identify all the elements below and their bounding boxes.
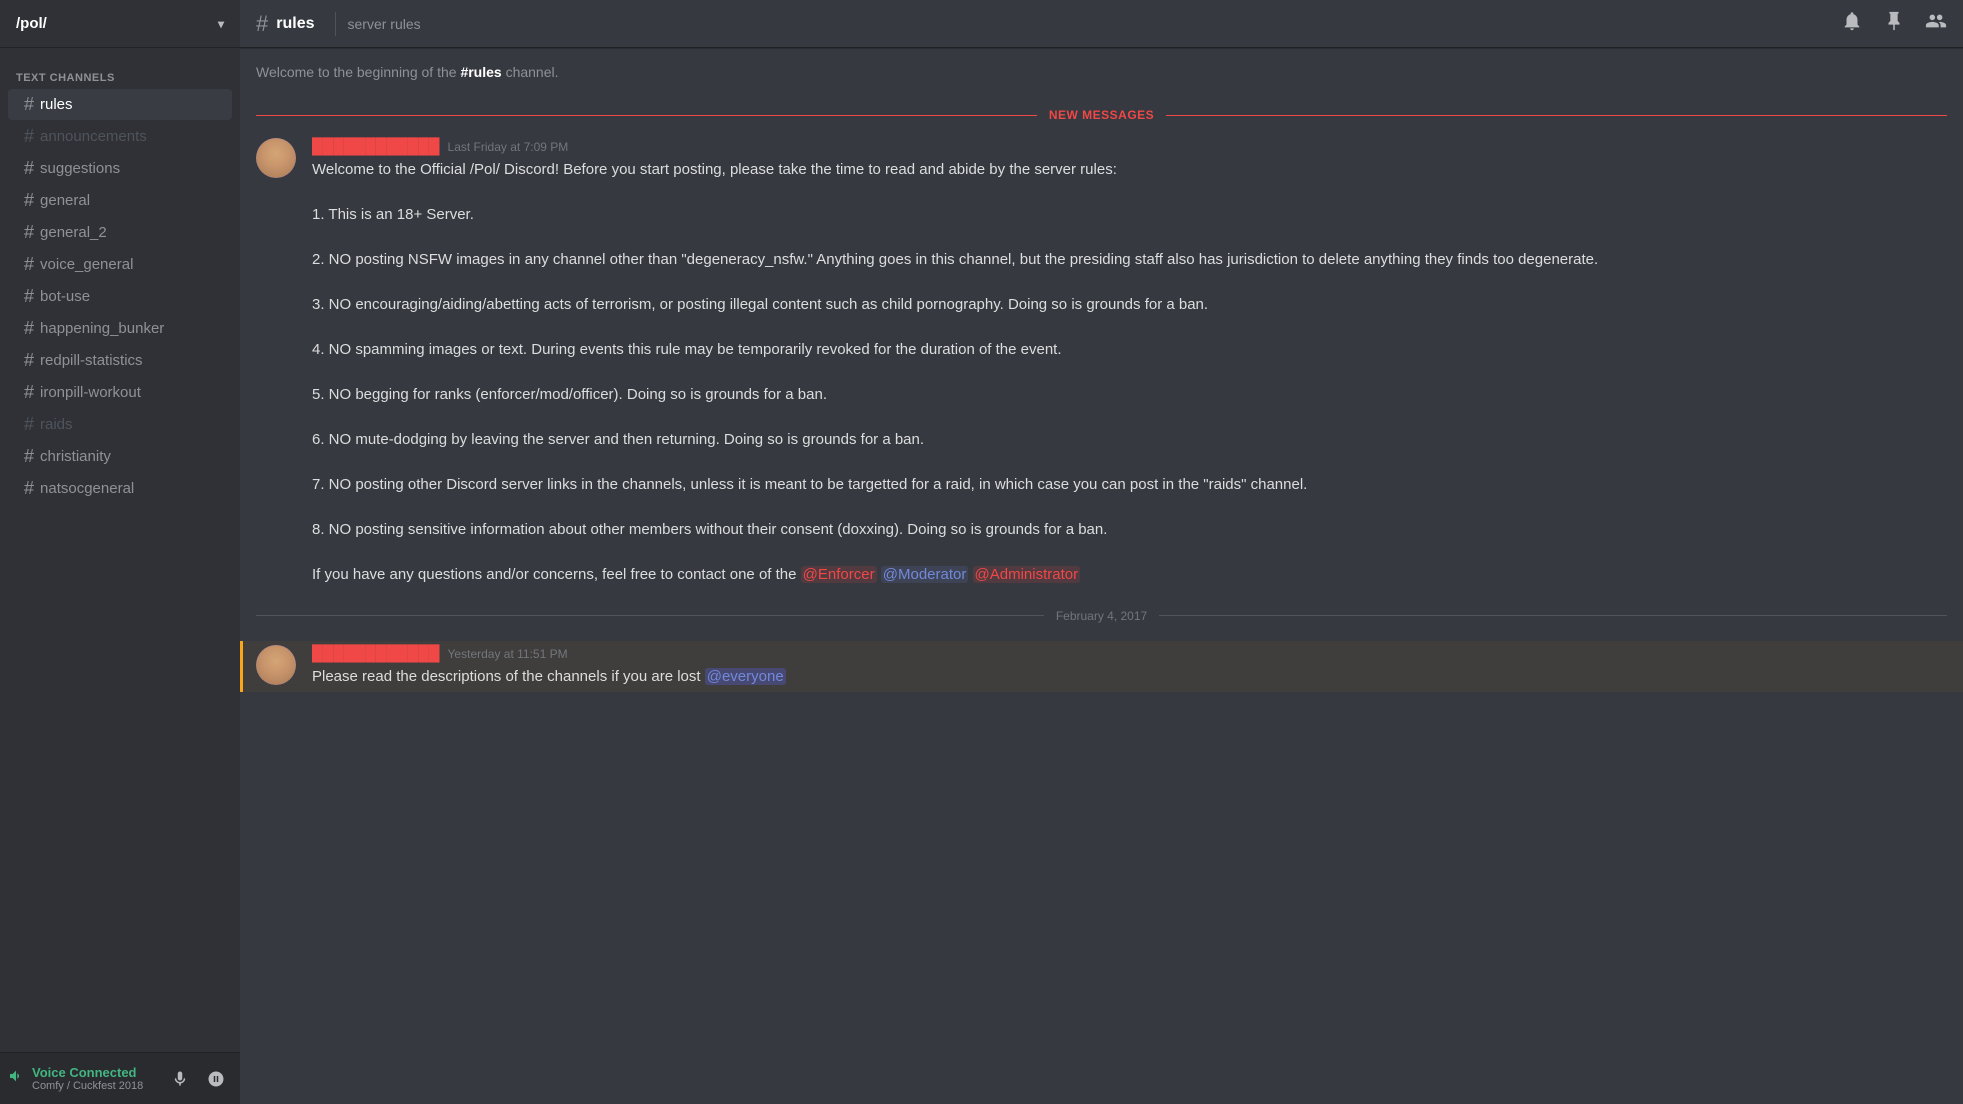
channel-header-hash-icon: # <box>256 11 268 37</box>
messages-area[interactable]: Welcome to the beginning of the #rules c… <box>240 48 1963 1104</box>
channel-header-topic: server rules <box>348 16 421 32</box>
sidebar-item-suggestions[interactable]: # suggestions <box>8 153 232 184</box>
channel-label: general_2 <box>40 224 107 241</box>
hash-icon: # <box>24 190 34 211</box>
hash-icon: # <box>24 446 34 467</box>
message-group-2: ████████████ Yesterday at 11:51 PM Pleas… <box>240 641 1963 693</box>
date-divider: February 4, 2017 <box>240 593 1963 639</box>
message-content-1: ████████████ Last Friday at 7:09 PM Welc… <box>312 138 1947 587</box>
channel-label: announcements <box>40 128 147 145</box>
sidebar-item-voice-general[interactable]: # voice_general <box>8 249 232 280</box>
beginning-text: Welcome to the beginning of the #rules c… <box>240 64 1963 96</box>
sidebar-item-rules[interactable]: # rules <box>8 89 232 120</box>
hash-icon: # <box>24 382 34 403</box>
hash-icon: # <box>24 318 34 339</box>
hash-icon: # <box>24 158 34 179</box>
channel-label: happening_bunker <box>40 320 164 337</box>
hash-icon: # <box>24 126 34 147</box>
voice-status-label: Voice Connected <box>32 1065 143 1080</box>
hash-icon: # <box>24 350 34 371</box>
sidebar-item-raids[interactable]: # raids <box>8 409 232 440</box>
sidebar-item-christianity[interactable]: # christianity <box>8 441 232 472</box>
text-channels-header: TEXT CHANNELS <box>0 56 240 88</box>
hash-icon: # <box>24 254 34 275</box>
mention-admin[interactable]: @Administrator <box>973 566 1081 583</box>
channel-label: general <box>40 192 90 209</box>
channel-mention-rules: #rules <box>460 64 501 80</box>
header-divider <box>335 12 336 36</box>
channel-label: natsocgeneral <box>40 480 134 497</box>
new-messages-divider: NEW MESSAGES <box>240 104 1963 126</box>
channel-label: voice_general <box>40 256 133 273</box>
channel-label: redpill-statistics <box>40 352 143 369</box>
channel-label: rules <box>40 96 73 113</box>
pin-icon[interactable] <box>1883 10 1905 38</box>
message-group-1: ████████████ Last Friday at 7:09 PM Welc… <box>240 134 1963 591</box>
hash-icon: # <box>24 286 34 307</box>
new-messages-label: NEW MESSAGES <box>1037 108 1166 122</box>
voice-info: Voice Connected Comfy / Cuckfest 2018 <box>32 1065 143 1092</box>
voice-channel-name: Comfy / Cuckfest 2018 <box>32 1080 143 1092</box>
mute-button[interactable] <box>164 1063 196 1095</box>
sidebar-item-bot-use[interactable]: # bot-use <box>8 281 232 312</box>
voice-actions <box>164 1063 232 1095</box>
sidebar-item-redpill-statistics[interactable]: # redpill-statistics <box>8 345 232 376</box>
members-icon[interactable] <box>1925 10 1947 38</box>
message-content-2: ████████████ Yesterday at 11:51 PM Pleas… <box>312 645 1947 689</box>
channel-label: ironpill-workout <box>40 384 141 401</box>
sidebar: /pol/ ▾ TEXT CHANNELS # rules # announce… <box>0 0 240 1104</box>
server-header[interactable]: /pol/ ▾ <box>0 0 240 48</box>
sidebar-item-ironpill-workout[interactable]: # ironpill-workout <box>8 377 232 408</box>
message-header-2: ████████████ Yesterday at 11:51 PM <box>312 645 1947 662</box>
avatar-2 <box>256 645 296 685</box>
hash-icon: # <box>24 94 34 115</box>
channel-label: suggestions <box>40 160 120 177</box>
message-header-1: ████████████ Last Friday at 7:09 PM <box>312 138 1947 155</box>
message-timestamp-2: Yesterday at 11:51 PM <box>448 647 568 661</box>
message-author-1: ████████████ <box>312 138 440 155</box>
hash-icon: # <box>24 222 34 243</box>
voice-connected-area: Voice Connected Comfy / Cuckfest 2018 <box>8 1065 164 1092</box>
date-label: February 4, 2017 <box>1044 609 1159 623</box>
channel-label: bot-use <box>40 288 90 305</box>
channel-label: christianity <box>40 448 111 465</box>
main-content: # rules server rules Welcome to the begi… <box>240 0 1963 1104</box>
sidebar-bottom: Voice Connected Comfy / Cuckfest 2018 <box>0 1052 240 1104</box>
message-text-1: Welcome to the Official /Pol/ Discord! B… <box>312 159 1947 587</box>
bell-icon[interactable] <box>1841 10 1863 38</box>
avatar-1 <box>256 138 296 178</box>
mention-enforcer[interactable]: @Enforcer <box>801 566 877 583</box>
deafen-button[interactable] <box>200 1063 232 1095</box>
voice-connected-icon <box>8 1068 24 1089</box>
sidebar-item-announcements[interactable]: # announcements <box>8 121 232 152</box>
channel-label: raids <box>40 416 73 433</box>
sidebar-item-natsocgeneral[interactable]: # natsocgeneral <box>8 473 232 504</box>
channel-list: TEXT CHANNELS # rules # announcements # … <box>0 48 240 1052</box>
message-timestamp-1: Last Friday at 7:09 PM <box>448 140 569 154</box>
channel-header-name: rules <box>276 15 314 33</box>
mention-everyone[interactable]: @everyone <box>705 668 786 685</box>
message-author-2: ████████████ <box>312 645 440 662</box>
chevron-down-icon: ▾ <box>218 17 224 31</box>
sidebar-item-general[interactable]: # general <box>8 185 232 216</box>
channel-header: # rules server rules <box>240 0 1963 48</box>
hash-icon: # <box>24 414 34 435</box>
sidebar-item-happening-bunker[interactable]: # happening_bunker <box>8 313 232 344</box>
sidebar-item-general2[interactable]: # general_2 <box>8 217 232 248</box>
message-text-2: Please read the descriptions of the chan… <box>312 666 1947 689</box>
server-name: /pol/ <box>16 15 47 32</box>
hash-icon: # <box>24 478 34 499</box>
mention-moderator[interactable]: @Moderator <box>881 566 969 583</box>
header-icons <box>1841 10 1947 38</box>
